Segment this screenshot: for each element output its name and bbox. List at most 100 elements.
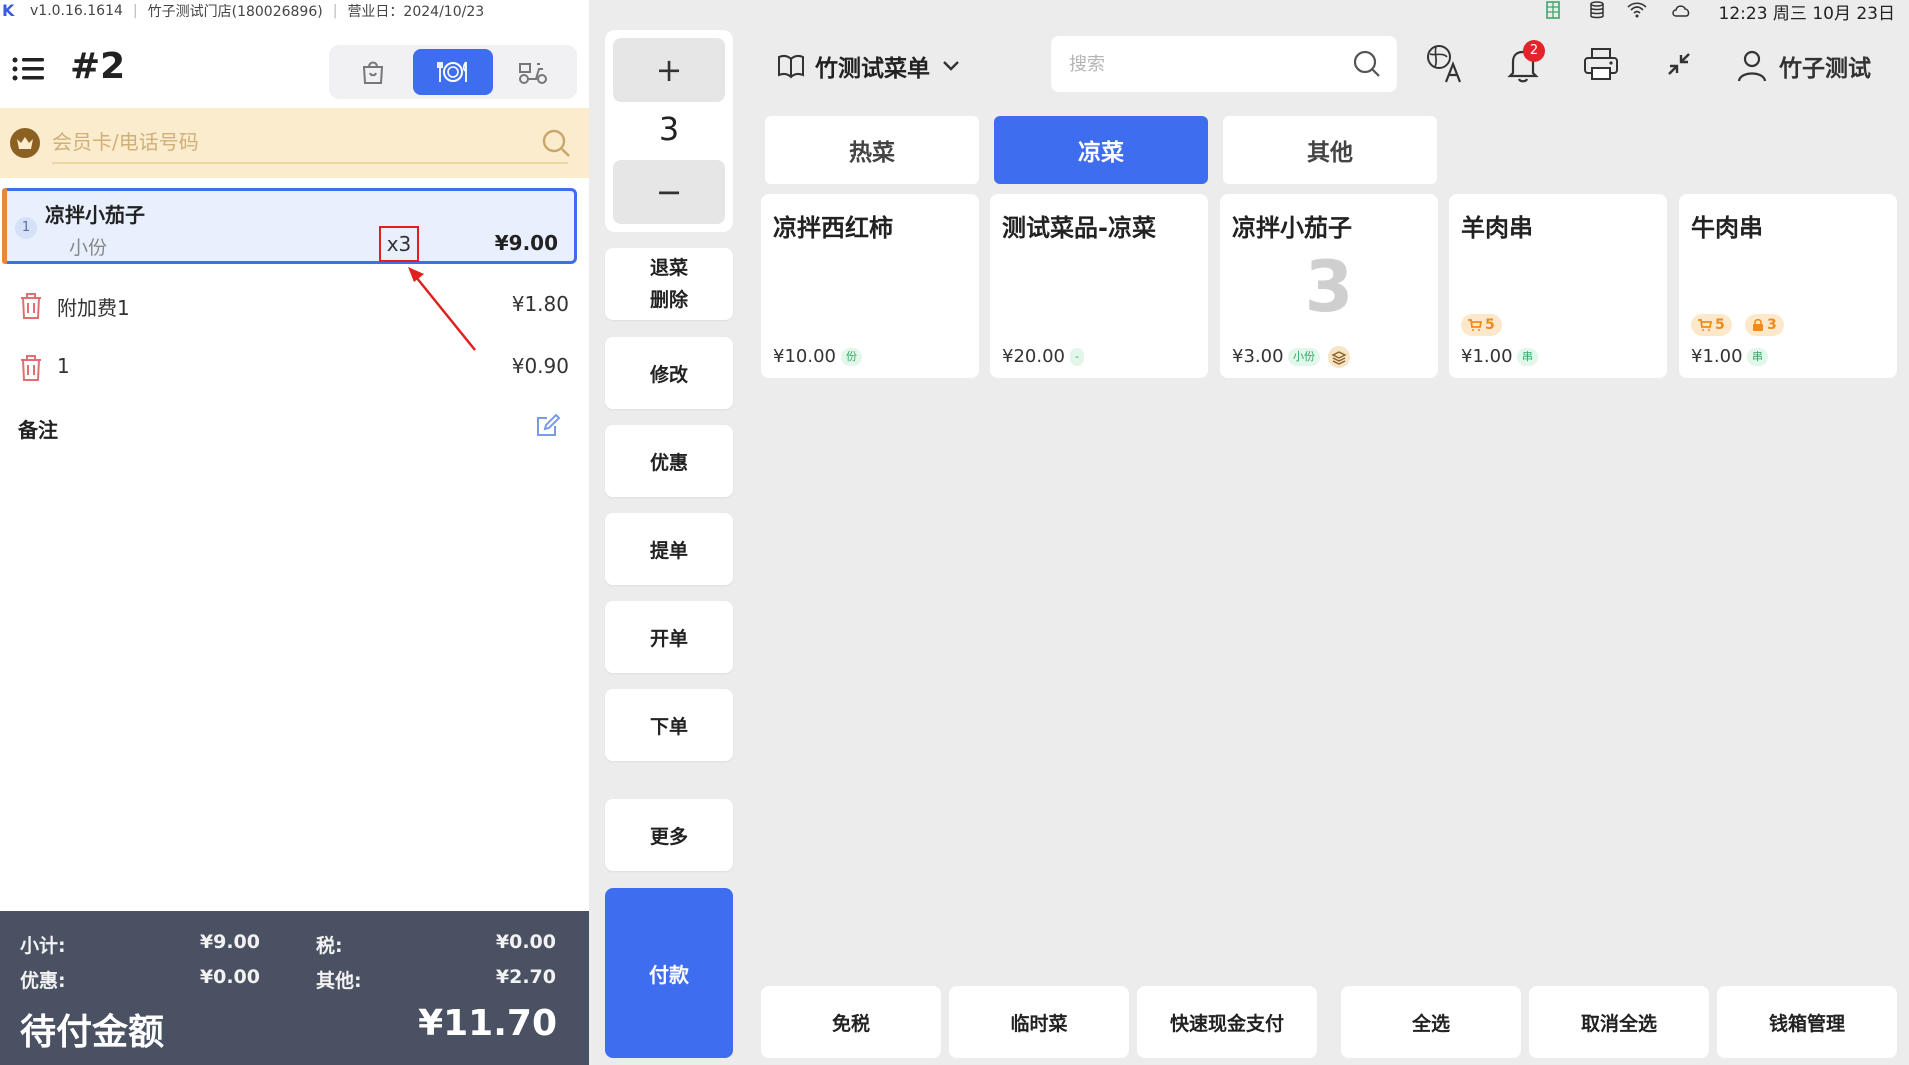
dish-card[interactable]: 凉拌小茄子 3 ¥3.00 小份 bbox=[1220, 194, 1438, 378]
quick-cash-pay-button[interactable]: 快速现金支付 bbox=[1137, 986, 1317, 1058]
dish-card[interactable]: 牛肉串 5 3 ¥1.00 串 bbox=[1679, 194, 1897, 378]
dish-name: 凉拌小茄子 bbox=[1232, 214, 1352, 242]
dish-search-input[interactable] bbox=[1069, 46, 1339, 82]
mode-delivery[interactable] bbox=[493, 49, 573, 95]
notification-bell[interactable]: 2 bbox=[1503, 40, 1545, 84]
discount-label: 优惠: bbox=[20, 970, 66, 992]
menu-selector[interactable]: 竹测试菜单 bbox=[777, 46, 960, 86]
lock-icon bbox=[1753, 319, 1763, 331]
subtotal-label: 小计: bbox=[20, 935, 66, 957]
delete-label: 删除 bbox=[649, 289, 688, 311]
open-order-button[interactable]: 开单 bbox=[605, 601, 733, 673]
printer-icon[interactable] bbox=[1581, 44, 1621, 84]
user-menu[interactable]: 竹子测试 bbox=[1737, 46, 1871, 86]
order-summary: 小计: ¥9.00 税: ¥0.00 优惠: ¥0.00 其他: ¥2.70 待… bbox=[0, 911, 589, 1065]
modify-button[interactable]: 修改 bbox=[605, 337, 733, 409]
system-status-bar: 12:23 周三 10月 23日 bbox=[747, 0, 1909, 24]
place-order-button[interactable]: 下单 bbox=[605, 689, 733, 761]
cart-badge: 5 bbox=[1691, 314, 1732, 336]
spreadsheet-icon bbox=[1546, 1, 1560, 19]
dish-unit-tag: 份 bbox=[841, 348, 862, 366]
pickup-order-button[interactable]: 提单 bbox=[605, 513, 733, 585]
fee-price: ¥0.90 bbox=[511, 354, 569, 378]
scooter-icon bbox=[519, 63, 547, 84]
fee-row: 附加费1 ¥1.80 bbox=[0, 280, 589, 330]
edit-icon[interactable] bbox=[535, 412, 561, 438]
cart-icon bbox=[1698, 319, 1712, 331]
dish-card[interactable]: 测试菜品-凉菜 ¥20.00 - bbox=[990, 194, 1208, 378]
business-day: 营业日：2024/10/23 bbox=[347, 4, 485, 20]
amount-due-value: ¥11.70 bbox=[418, 1003, 557, 1044]
select-all-button[interactable]: 全选 bbox=[1341, 986, 1521, 1058]
remark-label: 备注 bbox=[18, 418, 58, 442]
item-index: 1 bbox=[15, 217, 37, 239]
other-label: 其他: bbox=[316, 970, 362, 992]
shopping-bag-icon bbox=[362, 61, 384, 84]
dish-price: ¥3.00 bbox=[1232, 346, 1284, 367]
increase-quantity-button[interactable]: + bbox=[613, 38, 725, 102]
member-crown-icon bbox=[10, 128, 40, 158]
quantity-value: 3 bbox=[658, 110, 680, 148]
deselect-all-button[interactable]: 取消全选 bbox=[1529, 986, 1709, 1058]
dish-unit-tag: 串 bbox=[1517, 348, 1538, 366]
pay-button[interactable]: 付款 bbox=[605, 888, 733, 1058]
temp-dish-button[interactable]: 临时菜 bbox=[949, 986, 1129, 1058]
fee-row: 1 ¥0.90 bbox=[0, 342, 589, 392]
dish-name: 牛肉串 bbox=[1691, 214, 1763, 242]
mode-dine-in[interactable] bbox=[413, 49, 493, 95]
dish-unit-tag: 串 bbox=[1747, 348, 1768, 366]
discount-button[interactable]: 优惠 bbox=[605, 425, 733, 497]
fee-name: 1 bbox=[57, 354, 70, 378]
chevron-down-icon bbox=[943, 61, 959, 71]
database-icon bbox=[1590, 1, 1604, 19]
dish-price: ¥10.00 bbox=[773, 346, 836, 367]
trash-icon[interactable] bbox=[18, 292, 44, 320]
divider: | bbox=[332, 3, 338, 19]
cart-icon bbox=[1468, 319, 1482, 331]
cloud-icon bbox=[1672, 5, 1690, 17]
category-tab-other[interactable]: 其他 bbox=[1223, 116, 1437, 184]
collapse-icon[interactable] bbox=[1659, 44, 1699, 84]
category-tab-cold[interactable]: 凉菜 bbox=[994, 116, 1208, 184]
item-price: ¥9.00 bbox=[494, 231, 558, 255]
remark-row: 备注 bbox=[0, 406, 589, 446]
store-name: 竹子测试门店(180026896) bbox=[147, 4, 323, 20]
refund-delete-button[interactable]: 退菜 删除 bbox=[605, 248, 733, 320]
order-list-icon[interactable] bbox=[12, 54, 46, 84]
dish-card[interactable]: 凉拌西红柿 ¥10.00 份 bbox=[761, 194, 979, 378]
dish-name: 测试菜品-凉菜 bbox=[1002, 214, 1156, 242]
mode-takeaway[interactable] bbox=[333, 49, 413, 95]
dish-order-count: 3 bbox=[1304, 246, 1354, 328]
category-tab-hot[interactable]: 热菜 bbox=[765, 116, 979, 184]
dish-name: 凉拌西红柿 bbox=[773, 214, 893, 242]
book-icon bbox=[778, 54, 804, 79]
search-icon[interactable] bbox=[1353, 50, 1381, 78]
stack-icon bbox=[1328, 346, 1350, 368]
other-value: ¥2.70 bbox=[495, 966, 556, 988]
member-search-input[interactable] bbox=[52, 122, 568, 164]
discount-value: ¥0.00 bbox=[199, 966, 260, 988]
trash-icon[interactable] bbox=[18, 354, 44, 382]
item-name: 凉拌小茄子 bbox=[45, 203, 145, 227]
user-name: 竹子测试 bbox=[1779, 56, 1871, 82]
app-logo-icon: K bbox=[2, 1, 15, 20]
dish-price: ¥1.00 bbox=[1691, 346, 1743, 367]
system-clock: 12:23 周三 10月 23日 bbox=[1718, 4, 1895, 24]
member-search-icon[interactable] bbox=[541, 128, 571, 158]
order-header: #2 bbox=[0, 38, 589, 100]
order-item-row[interactable]: 1 凉拌小茄子 小份 x3 ¥9.00 bbox=[2, 188, 577, 264]
order-mode-switch bbox=[329, 45, 577, 99]
decrease-quantity-button[interactable]: − bbox=[613, 160, 725, 224]
more-button[interactable]: 更多 bbox=[605, 799, 733, 871]
quantity-stepper: + 3 − bbox=[605, 30, 733, 232]
translate-icon[interactable] bbox=[1425, 44, 1465, 84]
app-version: v1.0.16.1614 bbox=[30, 3, 123, 19]
dish-price: ¥1.00 bbox=[1461, 346, 1513, 367]
cash-drawer-button[interactable]: 钱箱管理 bbox=[1717, 986, 1897, 1058]
dish-card[interactable]: 羊肉串 5 ¥1.00 串 bbox=[1449, 194, 1667, 378]
tax-free-button[interactable]: 免税 bbox=[761, 986, 941, 1058]
dine-plate-icon bbox=[437, 61, 467, 82]
dish-name: 羊肉串 bbox=[1461, 214, 1533, 242]
menu-title: 竹测试菜单 bbox=[815, 56, 930, 82]
fee-name: 附加费1 bbox=[57, 296, 130, 320]
